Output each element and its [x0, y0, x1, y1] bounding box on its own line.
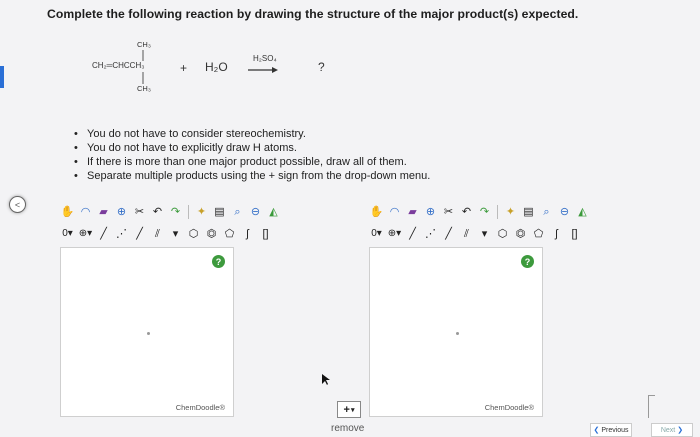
toolbar-row-1: ✋ ◠ ▰ ⊕ ✂ ↶ ↷ ✦ ▤ ⌕ ⊖ ◭: [60, 203, 281, 221]
chemdoodle-brand: ChemDoodle®: [175, 403, 225, 412]
add-atom-icon[interactable]: ⊕▾: [387, 227, 402, 242]
remove-link[interactable]: remove: [331, 423, 364, 434]
add-atom-icon[interactable]: ⊕▾: [78, 227, 93, 242]
instruction-item: You do not have to explicitly draw H ato…: [70, 141, 430, 155]
canvas-center-dot: [456, 332, 459, 335]
instruction-item: You do not have to consider stereochemis…: [70, 127, 430, 141]
charge-icon[interactable]: 0▾: [369, 227, 384, 242]
lasso-icon[interactable]: ◠: [387, 205, 402, 220]
hand-icon[interactable]: ✋: [369, 205, 384, 220]
mouse-cursor-icon: [322, 374, 330, 385]
back-button[interactable]: <: [9, 196, 26, 213]
toolbar-divider: [497, 205, 498, 219]
previous-label: Previous: [601, 426, 629, 434]
chemdoodle-editor-1: ✋ ◠ ▰ ⊕ ✂ ↶ ↷ ✦ ▤ ⌕ ⊖ ◭ 0▾ ⊕▾ ╱ ⋰ ╱ ⫽ ▾ …: [60, 203, 360, 417]
product-placeholder: ?: [318, 60, 325, 74]
toolbar-row-1: ✋ ◠ ▰ ⊕ ✂ ↶ ↷ ✦ ▤ ⌕ ⊖ ◭: [369, 203, 590, 221]
drawing-canvas[interactable]: ? ChemDoodle®: [60, 247, 234, 417]
ch3-bottom-label: CH₃: [137, 84, 151, 93]
chevron-left-icon: ❮: [593, 427, 600, 434]
reactant-formula: CH₂═CHCCH₃: [92, 61, 145, 70]
toolbar-divider: [188, 205, 189, 219]
question-prompt: Complete the following reaction by drawi…: [47, 7, 579, 21]
plus-sign: +: [180, 61, 188, 75]
clean-icon[interactable]: ✦: [503, 205, 518, 220]
bond-icon[interactable]: ╱: [132, 227, 147, 242]
dashed-bond-icon[interactable]: ⋰: [114, 227, 129, 242]
redo-icon[interactable]: ↷: [168, 205, 183, 220]
toolbar-row-2: 0▾ ⊕▾ ╱ ⋰ ╱ ⫽ ▾ ⬡ ⏣ ⬠ ʃ []: [60, 225, 273, 243]
undo-icon[interactable]: ↶: [150, 205, 165, 220]
clean-icon[interactable]: ✦: [194, 205, 209, 220]
frame-bracket: [648, 395, 655, 418]
chevron-right-icon: ❯: [677, 427, 684, 434]
instruction-item: Separate multiple products using the + s…: [70, 169, 430, 183]
lasso-icon[interactable]: ◠: [78, 205, 93, 220]
ring-icon[interactable]: ⬡: [495, 227, 510, 242]
pentagon-icon[interactable]: ⬠: [222, 227, 237, 242]
triple-bond-icon[interactable]: ▾: [168, 227, 183, 242]
help-icon[interactable]: ?: [212, 255, 225, 268]
double-bond-icon[interactable]: ⫽: [150, 227, 165, 242]
text-icon[interactable]: ʃ: [240, 227, 255, 242]
instructions-list: You do not have to consider stereochemis…: [70, 127, 430, 183]
transform-icon[interactable]: ◭: [575, 205, 590, 220]
undo-icon[interactable]: ↶: [459, 205, 474, 220]
chemdoodle-editor-2: ✋ ◠ ▰ ⊕ ✂ ↶ ↷ ✦ ▤ ⌕ ⊖ ◭ 0▾ ⊕▾ ╱ ⋰ ╱ ⫽ ▾ …: [369, 203, 669, 417]
reagent-label: H₂SO₄: [253, 54, 277, 63]
scissors-icon[interactable]: ✂: [441, 205, 456, 220]
next-label: Next: [660, 426, 676, 434]
bracket-icon[interactable]: []: [567, 227, 582, 242]
canvas-center-dot: [147, 332, 150, 335]
single-bond-icon[interactable]: ╱: [96, 227, 111, 242]
chevron-down-icon: ▾: [350, 406, 355, 414]
charge-icon[interactable]: 0▾: [60, 227, 75, 242]
separator-select[interactable]: + ▾: [337, 401, 361, 418]
separator-value: +: [343, 403, 350, 416]
bond-icon[interactable]: ╱: [441, 227, 456, 242]
dashed-bond-icon[interactable]: ⋰: [423, 227, 438, 242]
ring-icon[interactable]: ⬡: [186, 227, 201, 242]
zoom-plus-icon[interactable]: ⊕: [114, 205, 129, 220]
pentagon-icon[interactable]: ⬠: [531, 227, 546, 242]
drawing-canvas[interactable]: ? ChemDoodle®: [369, 247, 543, 417]
zoom-out-icon[interactable]: ⊖: [248, 205, 263, 220]
redo-icon[interactable]: ↷: [477, 205, 492, 220]
template-icon[interactable]: ▤: [521, 205, 536, 220]
previous-button[interactable]: ❮ Previous: [590, 423, 632, 437]
hand-icon[interactable]: ✋: [60, 205, 75, 220]
eraser-icon[interactable]: ▰: [96, 205, 111, 220]
chemdoodle-brand: ChemDoodle®: [484, 403, 534, 412]
toolbar-row-2: 0▾ ⊕▾ ╱ ⋰ ╱ ⫽ ▾ ⬡ ⏣ ⬠ ʃ []: [369, 225, 582, 243]
zoom-plus-icon[interactable]: ⊕: [423, 205, 438, 220]
bracket-icon[interactable]: []: [258, 227, 273, 242]
template-icon[interactable]: ▤: [212, 205, 227, 220]
search-zoom-icon[interactable]: ⌕: [539, 205, 554, 220]
help-icon[interactable]: ?: [521, 255, 534, 268]
next-button[interactable]: Next ❯: [651, 423, 693, 437]
ch3-top-label: CH₃: [137, 40, 151, 49]
eraser-icon[interactable]: ▰: [405, 205, 420, 220]
left-accent-bar: [0, 66, 4, 88]
benzene-icon[interactable]: ⏣: [204, 227, 219, 242]
text-icon[interactable]: ʃ: [549, 227, 564, 242]
zoom-out-icon[interactable]: ⊖: [557, 205, 572, 220]
instruction-item: If there is more than one major product …: [70, 155, 430, 169]
water-formula: H₂O: [205, 60, 228, 74]
double-bond-icon[interactable]: ⫽: [459, 227, 474, 242]
scissors-icon[interactable]: ✂: [132, 205, 147, 220]
benzene-icon[interactable]: ⏣: [513, 227, 528, 242]
search-zoom-icon[interactable]: ⌕: [230, 205, 245, 220]
chevron-left-icon: <: [14, 199, 21, 210]
transform-icon[interactable]: ◭: [266, 205, 281, 220]
reaction-arrow: [248, 67, 278, 73]
triple-bond-icon[interactable]: ▾: [477, 227, 492, 242]
single-bond-icon[interactable]: ╱: [405, 227, 420, 242]
